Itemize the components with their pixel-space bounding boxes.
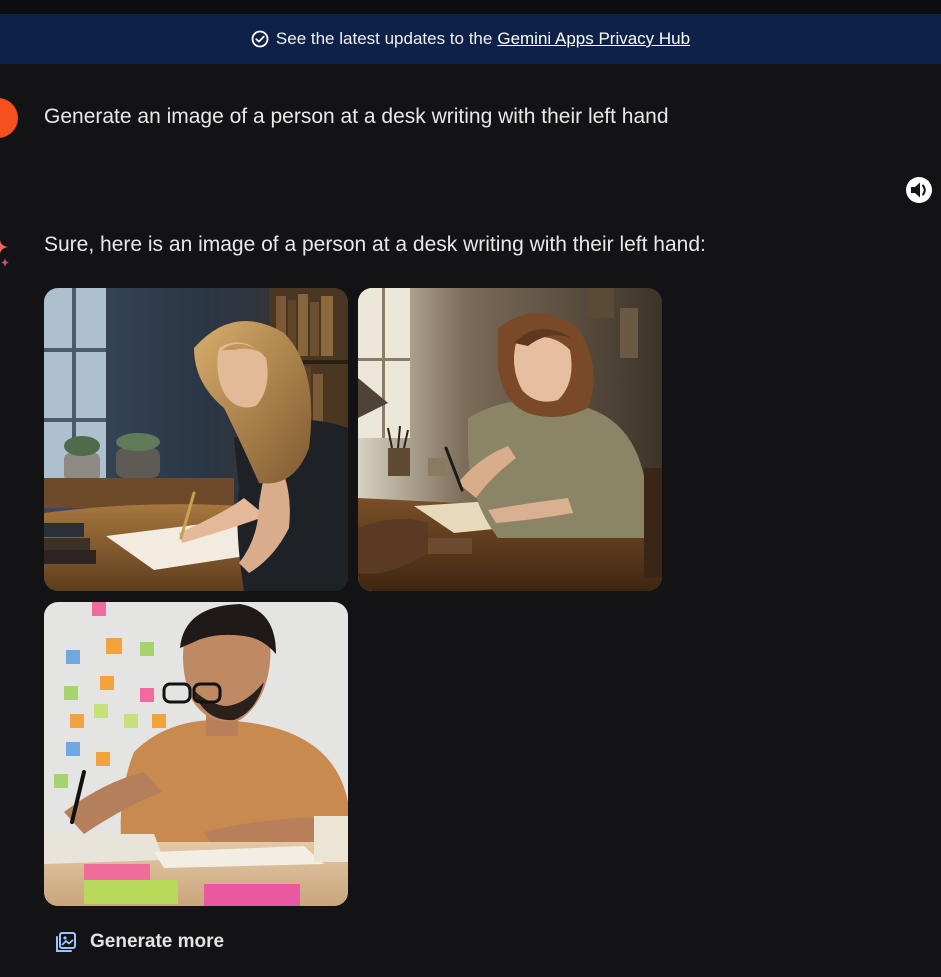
generated-image-2[interactable]	[358, 288, 662, 591]
generated-image-3[interactable]	[44, 602, 348, 906]
privacy-hub-link[interactable]: Gemini Apps Privacy Hub	[497, 29, 690, 49]
user-avatar	[0, 98, 18, 138]
generate-more-label: Generate more	[90, 931, 225, 952]
generated-image-1[interactable]	[44, 288, 348, 591]
speaker-icon[interactable]	[904, 175, 934, 205]
banner-text: See the latest updates to the	[275, 29, 493, 48]
response-text: Sure, here is an image of a person at a …	[44, 233, 706, 256]
generate-more-button[interactable]: Generate more	[54, 926, 224, 958]
privacy-banner: See the latest updates to the Gemini App…	[0, 14, 941, 64]
user-prompt: Generate an image of a person at a desk …	[44, 105, 669, 128]
check-badge-icon	[251, 30, 269, 48]
gemini-sparkle-icon	[0, 238, 16, 274]
image-stack-icon	[54, 930, 78, 954]
top-strip	[0, 0, 941, 14]
